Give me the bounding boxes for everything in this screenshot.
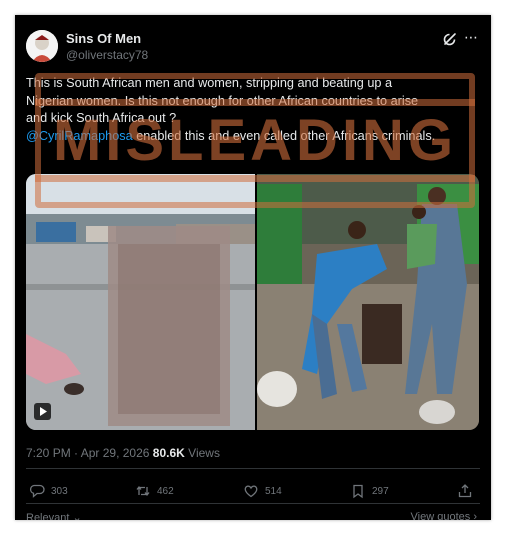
grok-icon[interactable] [442,31,458,47]
post-date[interactable]: Apr 29, 2026 [81,446,150,460]
views-label: Views [188,446,220,460]
sort-label: Relevant [26,512,70,520]
bookmark-count: 297 [372,485,389,497]
meta-separator: · [74,446,79,460]
video-thumbnail[interactable] [26,174,255,430]
mention-link[interactable]: @CyrilRamaphosa [26,129,133,143]
chevron-right-icon: › [473,511,477,520]
media-grid [26,174,479,430]
divider [26,503,480,504]
divider [26,468,480,469]
post-text-line: @CyrilRamaphosa enabled this and even ca… [26,128,482,146]
reply-icon [29,484,45,498]
views-count: 80.6K [152,446,185,460]
image-thumbnail[interactable] [257,174,479,430]
more-icon[interactable]: ⋯ [464,29,479,46]
play-icon [34,403,51,420]
avatar[interactable] [26,30,58,62]
chevron-down-icon: ⌄ [72,512,82,520]
post-text-line: and kick South Africa out ? [26,111,177,126]
reply-button[interactable]: 303 [29,483,68,499]
author-handle[interactable]: @oliverstacy78 [66,48,148,62]
post-time[interactable]: 7:20 PM [26,446,71,460]
post-text: This is South African men and women, str… [26,75,482,145]
post-card: Sins Of Men @oliverstacy78 ⋯ This is Sou… [15,15,491,520]
repost-icon [136,485,150,497]
view-quotes-link[interactable]: View quotes › [411,511,477,520]
post-text-tail: enabled this and even called other Afric… [132,128,436,143]
post-text-line: This is South African men and women, str… [26,76,393,90]
post-text-line: Nigerian women. Is this not enough for o… [26,93,419,108]
sort-relevant-dropdown[interactable]: Relevant ⌄ [26,511,82,520]
bookmark-button[interactable]: 297 [350,483,389,499]
heart-icon [244,485,258,498]
author-name[interactable]: Sins Of Men [66,31,141,46]
bookmark-icon [353,484,363,499]
repost-count: 462 [157,485,174,497]
post-meta: 7:20 PM · Apr 29, 2026 80.6K Views [26,446,220,460]
view-quotes-label: View quotes [410,511,471,520]
share-button[interactable] [457,483,473,499]
reply-count: 303 [51,485,68,497]
share-icon [458,484,472,498]
like-count: 514 [265,485,282,497]
repost-button[interactable]: 462 [135,483,174,499]
like-button[interactable]: 514 [243,483,282,499]
